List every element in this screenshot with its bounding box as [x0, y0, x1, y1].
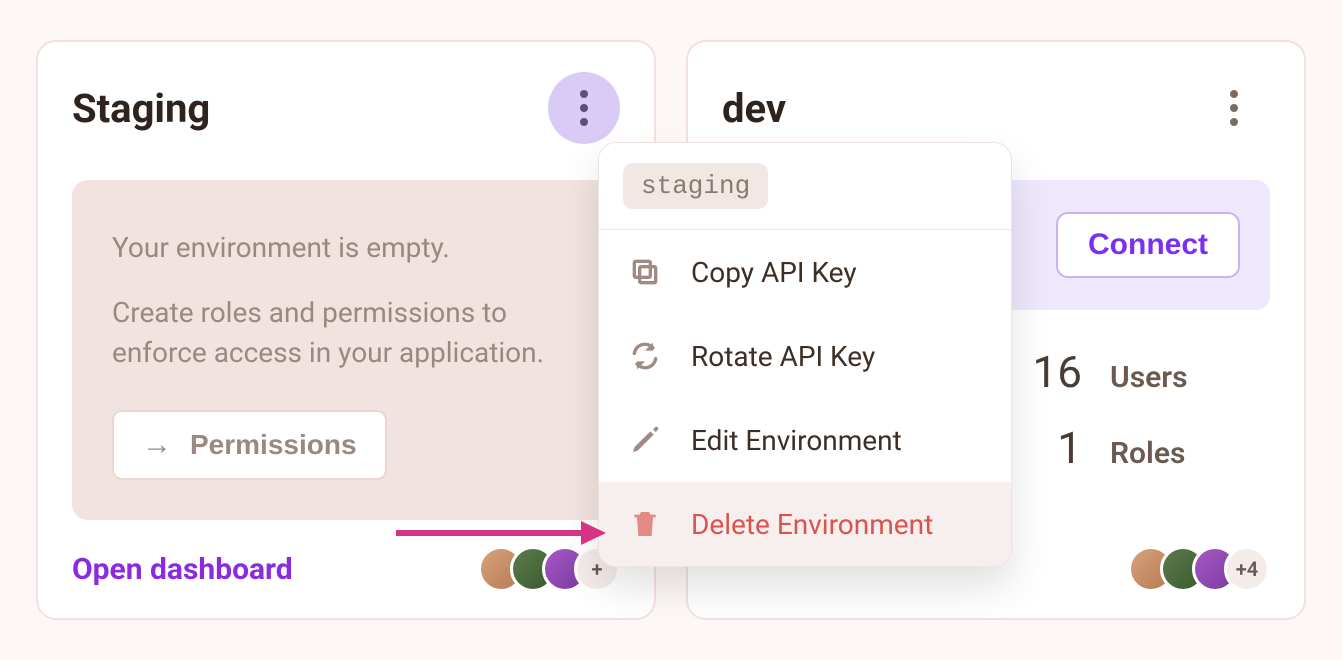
- pencil-icon: [627, 422, 663, 458]
- env-context-menu: staging Copy API Key Rotate API Key Edit…: [598, 142, 1012, 567]
- permissions-label: Permissions: [190, 429, 357, 461]
- menu-item-label: Copy API Key: [691, 256, 857, 289]
- member-avatars[interactable]: +4: [1128, 546, 1270, 592]
- copy-icon: [627, 254, 663, 290]
- stat-row-roles: 1 Roles: [1022, 422, 1270, 474]
- kebab-icon: [1230, 90, 1238, 126]
- env-menu-button[interactable]: [548, 72, 620, 144]
- menu-item-label: Rotate API Key: [691, 340, 875, 373]
- empty-state-text: Your environment is empty. Create roles …: [112, 228, 580, 374]
- kebab-icon: [580, 90, 588, 126]
- card-title: Staging: [72, 85, 210, 132]
- empty-line-1: Your environment is empty.: [112, 228, 580, 269]
- open-dashboard-link[interactable]: Open dashboard: [72, 552, 293, 587]
- avatar-overflow: +4: [1224, 546, 1270, 592]
- trash-icon: [627, 506, 663, 542]
- menu-item-rotate-api-key[interactable]: Rotate API Key: [599, 314, 1011, 398]
- menu-item-copy-api-key[interactable]: Copy API Key: [599, 230, 1011, 314]
- permissions-button[interactable]: → Permissions: [112, 410, 387, 480]
- arrow-right-icon: →: [142, 428, 172, 462]
- card-header: Staging: [72, 72, 620, 144]
- env-card-staging: Staging Your environment is empty. Creat…: [36, 40, 656, 620]
- stat-value: 1: [1022, 422, 1082, 474]
- empty-line-2: Create roles and permissions to enforce …: [112, 293, 580, 374]
- env-name-pill: staging: [623, 163, 768, 209]
- stat-value: 16: [1022, 346, 1082, 398]
- menu-item-label: Edit Environment: [691, 424, 902, 457]
- card-footer: Open dashboard +: [72, 522, 620, 592]
- menu-item-delete-environment[interactable]: Delete Environment: [599, 482, 1011, 566]
- menu-item-edit-environment[interactable]: Edit Environment: [599, 398, 1011, 482]
- card-header: dev: [722, 72, 1270, 144]
- stat-row-users: 16 Users: [1022, 346, 1270, 398]
- rotate-icon: [627, 338, 663, 374]
- card-title: dev: [722, 85, 786, 132]
- empty-state-panel: Your environment is empty. Create roles …: [72, 180, 620, 520]
- env-menu-button[interactable]: [1198, 72, 1270, 144]
- stat-label: Users: [1110, 360, 1188, 395]
- dropdown-header: staging: [599, 143, 1011, 230]
- menu-item-label: Delete Environment: [691, 508, 933, 541]
- connect-button[interactable]: Connect: [1056, 212, 1240, 278]
- stat-label: Roles: [1110, 436, 1185, 471]
